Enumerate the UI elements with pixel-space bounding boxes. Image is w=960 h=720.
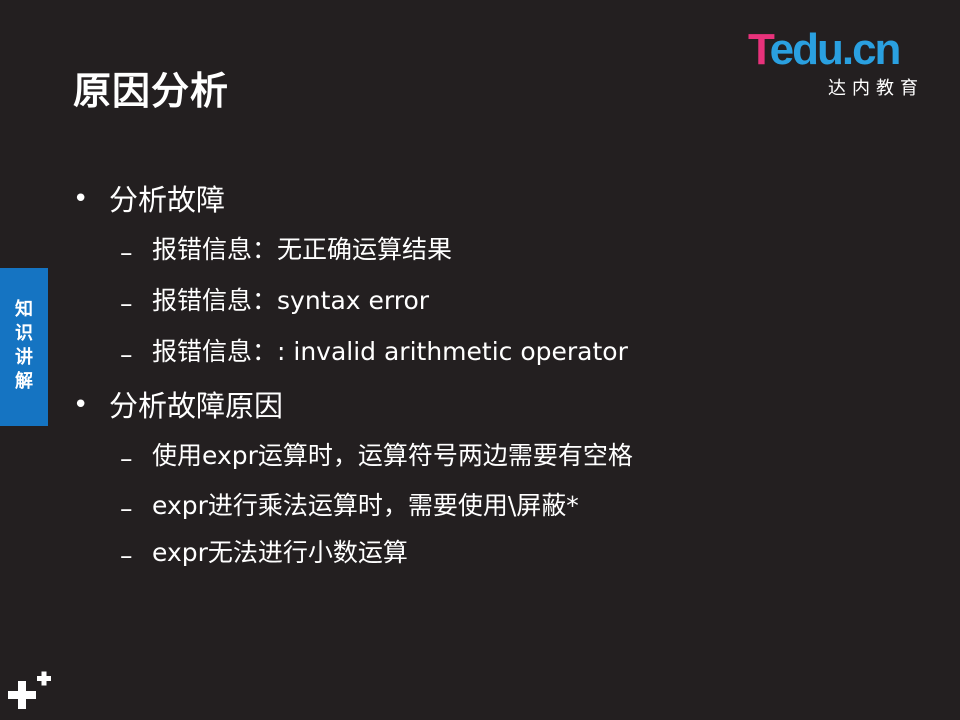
dash-icon: – [120,238,133,267]
dash-icon: – [120,289,133,318]
sub-bullet-item: expr无法进行小数运算 [152,538,408,567]
bullet-item: 分析故障原因 [109,389,284,423]
dash-icon: – [120,444,133,473]
dash-icon: – [120,494,133,523]
sub-bullet-item: 使用expr运算时，运算符号两边需要有空格 [152,441,633,470]
sub-bullet-item: 报错信息：: invalid arithmetic operator [152,337,628,366]
dash-icon: – [120,340,133,369]
sub-bullet-item: 报错信息：syntax error [152,286,430,315]
dash-icon: – [120,541,133,570]
plus-icon [8,671,51,709]
slide-content: • 分析故障 – 报错信息：无正确运算结果 – 报错信息：syntax erro… [0,0,960,720]
bullet-item: 分析故障 [109,183,226,217]
bullet-icon: • [73,390,89,420]
sub-bullet-item: 报错信息：无正确运算结果 [152,235,453,264]
sub-bullet-item: expr进行乘法运算时，需要使用\屏蔽* [152,491,579,520]
bullet-icon: • [73,184,89,214]
